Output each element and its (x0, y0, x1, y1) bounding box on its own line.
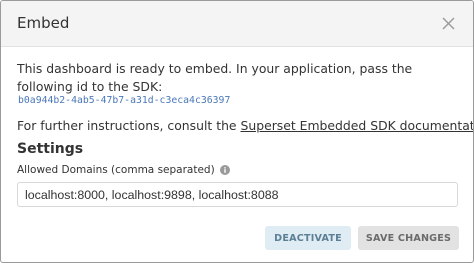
embed-modal: Embed This dashboard is ready to embed. … (0, 0, 474, 263)
deactivate-button[interactable]: DEACTIVATE (265, 226, 351, 250)
info-icon[interactable] (219, 165, 230, 175)
settings-heading: Settings (17, 141, 84, 157)
sdk-documentation-link[interactable]: Superset Embedded SDK documentation. (240, 118, 473, 133)
embed-intro-text: This dashboard is ready to embed. In you… (17, 61, 413, 94)
further-instructions: For further instructions, consult the Su… (17, 118, 473, 133)
save-changes-button[interactable]: SAVE CHANGES (358, 226, 459, 250)
allowed-domains-label-text: Allowed Domains (comma separated) (17, 164, 215, 176)
modal-title: Embed (17, 14, 70, 32)
allowed-domains-label: Allowed Domains (comma separated) (17, 164, 230, 176)
allowed-domains-input[interactable] (17, 182, 458, 207)
close-icon[interactable] (440, 15, 457, 32)
modal-header: Embed (1, 1, 473, 47)
sdk-id-code: b0a944b2-4ab5-47b7-a31d-c3eca4c36397 (18, 95, 231, 106)
further-instructions-text: For further instructions, consult the (17, 118, 241, 133)
